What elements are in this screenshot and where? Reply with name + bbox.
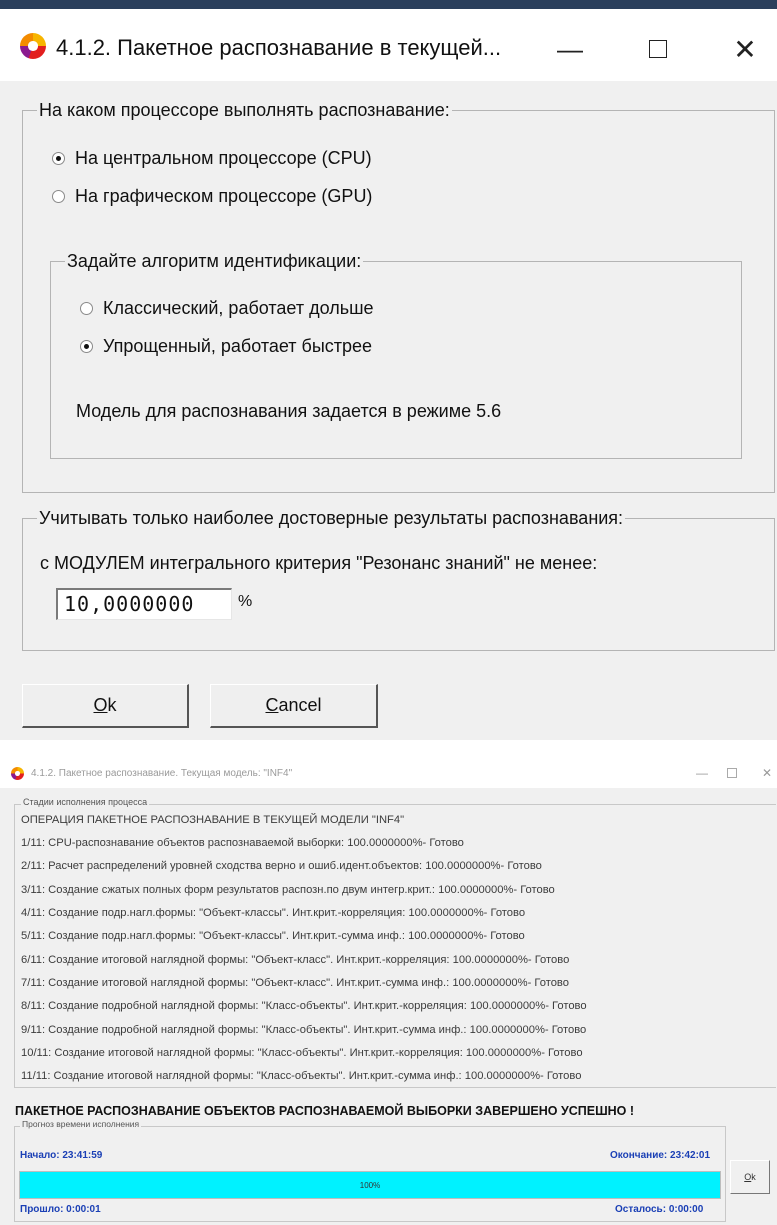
window-top-edge <box>0 0 777 9</box>
ok-button[interactable]: Ok <box>730 1160 770 1194</box>
stage-line: 2/11: Расчет распределений уровней сходс… <box>21 860 542 872</box>
classic-radio-label: Классический, работает дольше <box>103 298 374 318</box>
cpu-radio-label: На центральном процессоре (CPU) <box>75 148 372 168</box>
completion-message: ПАКЕТНОЕ РАСПОЗНАВАНИЕ ОБЪЕКТОВ РАСПОЗНА… <box>15 1104 635 1118</box>
percent-unit: % <box>238 593 253 610</box>
reliable-results-group: Учитывать только наиболее достоверные ре… <box>22 508 775 651</box>
threshold-input[interactable]: 10,0000000 <box>56 588 232 620</box>
elapsed-time-label: Прошло: 0:00:01 <box>20 1204 101 1215</box>
progress-bar: 100% <box>19 1171 721 1199</box>
stage-line: 10/11: Создание итоговой наглядной формы… <box>21 1047 583 1059</box>
app-logo-icon <box>11 767 24 780</box>
progress-percent-label: 100% <box>359 1180 381 1190</box>
stage-line: 3/11: Создание сжатых полных форм резуль… <box>21 884 555 896</box>
close-button[interactable]: ✕ <box>715 23 775 75</box>
cancel-mnemonic: C <box>265 695 279 715</box>
app-logo-icon <box>20 33 46 59</box>
cpu-radio-icon[interactable] <box>52 152 65 165</box>
simplified-radio-label: Упрощенный, работает быстрее <box>103 336 373 356</box>
stage-line: ОПЕРАЦИЯ ПАКЕТНОЕ РАСПОЗНАВАНИЕ В ТЕКУЩЕ… <box>21 814 405 826</box>
cancel-button[interactable]: Cancel <box>210 684 378 728</box>
ok-mnemonic: O <box>744 1172 752 1182</box>
classic-radio-option[interactable]: Классический, работает дольше <box>80 298 374 319</box>
maximize-icon <box>649 40 667 58</box>
batch-recognition-settings-dialog: 4.1.2. Пакетное распознавание в текущей.… <box>0 0 777 740</box>
model-note: Модель для распознавания задается в режи… <box>76 401 502 421</box>
gpu-radio-option[interactable]: На графическом процессоре (GPU) <box>52 186 372 207</box>
stage-line: 6/11: Создание итоговой наглядной формы:… <box>21 954 570 966</box>
stage-line: 9/11: Создание подробной наглядной формы… <box>21 1024 587 1036</box>
stage-line: 5/11: Создание подр.нагл.формы: "Объект-… <box>21 930 525 942</box>
simplified-radio-option[interactable]: Упрощенный, работает быстрее <box>80 336 372 357</box>
stage-line: 4/11: Создание подр.нагл.формы: "Объект-… <box>21 907 526 919</box>
stage-line: 7/11: Создание итоговой наглядной формы:… <box>21 977 569 989</box>
batch-recognition-progress-dialog: 4.1.2. Пакетное распознавание. Текущая м… <box>0 758 777 1225</box>
window-title: 4.1.2. Пакетное распознавание в текущей.… <box>56 35 502 60</box>
minimize-button[interactable]: — <box>690 761 714 785</box>
algorithm-group-legend: Задайте алгоритм идентификации: <box>67 251 362 271</box>
minimize-button[interactable]: — <box>540 23 600 75</box>
stages-legend: Стадии исполнения процесса <box>21 797 150 807</box>
stage-line: 8/11: Создание подробной наглядной формы… <box>21 1000 587 1012</box>
title-bar[interactable]: 4.1.2. Пакетное распознавание. Текущая м… <box>0 758 777 788</box>
remaining-time-label: Осталось: 0:00:00 <box>615 1204 704 1215</box>
cpu-radio-option[interactable]: На центральном процессоре (CPU) <box>52 148 372 169</box>
ok-mnemonic: O <box>93 695 108 715</box>
simplified-radio-icon[interactable] <box>80 340 93 353</box>
window-title: 4.1.2. Пакетное распознавание. Текущая м… <box>31 768 293 779</box>
maximize-button[interactable] <box>628 23 688 75</box>
reliable-results-legend: Учитывать только наиболее достоверные ре… <box>39 508 624 528</box>
close-button[interactable]: ✕ <box>755 761 777 785</box>
ok-button[interactable]: Ok <box>22 684 189 728</box>
resonance-criterion-text: с МОДУЛЕМ интегрального критерия "Резона… <box>40 553 598 573</box>
gpu-radio-label: На графическом процессоре (GPU) <box>75 186 373 206</box>
ok-label-rest: k <box>107 695 117 715</box>
classic-radio-icon[interactable] <box>80 302 93 315</box>
ok-label-rest: k <box>751 1172 756 1182</box>
time-forecast-legend: Прогноз времени исполнения <box>20 1119 142 1129</box>
gpu-radio-icon[interactable] <box>52 190 65 203</box>
stage-line: 11/11: Создание итоговой наглядной формы… <box>21 1070 582 1082</box>
maximize-button[interactable] <box>720 761 744 785</box>
stage-line: 1/11: CPU-распознавание объектов распозн… <box>21 837 464 849</box>
start-time-label: Начало: 23:41:59 <box>20 1150 103 1161</box>
cancel-label-rest: ancel <box>278 695 322 715</box>
maximize-icon <box>727 768 737 778</box>
title-bar[interactable]: 4.1.2. Пакетное распознавание в текущей.… <box>0 9 777 81</box>
end-time-label: Окончание: 23:42:01 <box>610 1150 711 1161</box>
processor-group-legend: На каком процессоре выполнять распознава… <box>39 100 450 120</box>
